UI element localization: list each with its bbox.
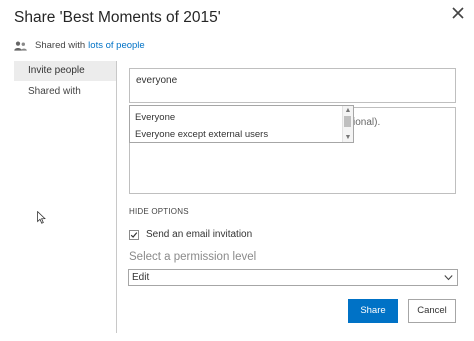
invite-people-input[interactable]: everyone: [129, 68, 456, 103]
dialog-title: Share 'Best Moments of 2015': [14, 9, 221, 26]
invite-input-value: everyone: [136, 75, 178, 86]
shared-with-text: Shared with: [35, 40, 86, 51]
email-invitation-label: Send an email invitation: [146, 229, 253, 240]
scroll-up-icon[interactable]: ▲: [344, 107, 352, 114]
permission-level-label: Select a permission level: [129, 251, 257, 263]
hide-options-link[interactable]: HIDE OPTIONS: [129, 207, 189, 216]
suggestion-scrollbar[interactable]: ▲ ▼: [342, 106, 353, 142]
nav-item-shared-with[interactable]: Shared with: [14, 82, 116, 102]
suggestion-everyone[interactable]: Everyone: [135, 112, 175, 123]
suggestion-everyone-except-external[interactable]: Everyone except external users: [135, 129, 268, 140]
scrollbar-thumb[interactable]: [344, 116, 351, 127]
permission-level-value: Edit: [132, 272, 150, 283]
email-invitation-row[interactable]: Send an email invitation: [129, 229, 252, 240]
shared-with-row: Shared with lots of people: [14, 40, 145, 51]
lots-of-people-link[interactable]: lots of people: [88, 40, 145, 51]
permission-level-select[interactable]: Edit: [128, 269, 458, 286]
people-icon: [14, 41, 27, 51]
suggestion-dropdown: Everyone Everyone except external users …: [129, 105, 354, 143]
close-icon[interactable]: [451, 6, 465, 20]
scroll-down-icon[interactable]: ▼: [344, 134, 352, 141]
mouse-cursor: [37, 211, 46, 224]
checkmark-icon: [130, 231, 138, 238]
message-placeholder: ional).: [353, 117, 381, 128]
nav-item-invite-people[interactable]: Invite people: [14, 61, 116, 81]
email-invitation-checkbox[interactable]: [129, 229, 139, 240]
cancel-button[interactable]: Cancel: [408, 299, 456, 323]
share-button[interactable]: Share: [348, 299, 398, 323]
side-nav: Invite people Shared with: [14, 61, 117, 333]
chevron-down-icon: [444, 275, 453, 281]
